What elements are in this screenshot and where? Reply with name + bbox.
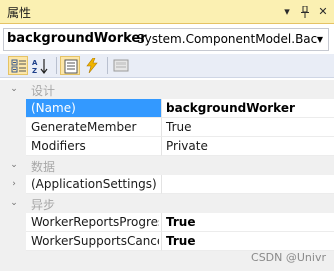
collapse-icon[interactable]: ⌄ bbox=[9, 196, 19, 210]
property-value: backgroundWorker bbox=[166, 101, 295, 115]
property-value-cell[interactable]: True bbox=[161, 232, 334, 251]
property-value: Private bbox=[166, 139, 208, 153]
property-value: True bbox=[166, 120, 192, 134]
window-title: 属性 bbox=[7, 6, 32, 20]
dropdown-icon[interactable]: ▾ bbox=[279, 3, 295, 20]
property-row-workersupportscancellation[interactable]: WorkerSupportsCancellation True bbox=[0, 232, 334, 251]
svg-text:A: A bbox=[32, 59, 38, 67]
row-gutter bbox=[0, 137, 26, 156]
categorized-icon bbox=[11, 59, 26, 73]
property-grid: ⌄ 设计 (Name) backgroundWorker GenerateMem… bbox=[0, 80, 334, 251]
property-value-cell[interactable]: True bbox=[161, 213, 334, 232]
property-row-name[interactable]: (Name) backgroundWorker bbox=[0, 99, 334, 118]
object-name: backgroundWorker bbox=[7, 31, 147, 46]
property-row-modifiers[interactable]: Modifiers Private bbox=[0, 137, 334, 156]
row-gutter bbox=[0, 232, 26, 251]
property-value: True bbox=[166, 215, 196, 229]
category-label: 数据 bbox=[31, 160, 56, 174]
properties-toolbar: A Z bbox=[0, 54, 334, 78]
chevron-right-icon[interactable]: › bbox=[9, 177, 19, 191]
property-pages-button[interactable] bbox=[111, 56, 131, 75]
row-gutter bbox=[0, 99, 26, 118]
object-type: System.ComponentModel.Back bbox=[137, 32, 317, 46]
property-name: (ApplicationSettings) bbox=[31, 177, 157, 191]
alphabetical-button[interactable]: A Z bbox=[30, 56, 50, 75]
properties-titlebar: 属性 ▾ ✕ bbox=[0, 0, 334, 24]
property-name-cell[interactable]: WorkerReportsProgress bbox=[26, 213, 161, 232]
property-name: WorkerReportsProgress bbox=[31, 215, 159, 229]
object-selector[interactable]: backgroundWorker System.ComponentModel.B… bbox=[3, 28, 329, 51]
categorized-button[interactable] bbox=[8, 56, 28, 75]
property-name-cell[interactable]: (Name) bbox=[26, 99, 161, 118]
properties-icon bbox=[64, 59, 78, 74]
row-gutter: › bbox=[0, 175, 26, 194]
pin-icon[interactable] bbox=[297, 3, 313, 20]
events-button[interactable] bbox=[82, 56, 102, 75]
close-icon[interactable]: ✕ bbox=[315, 3, 331, 20]
property-name: WorkerSupportsCancellation bbox=[31, 234, 159, 248]
property-name: Modifiers bbox=[31, 139, 86, 153]
toolbar-separator bbox=[107, 57, 108, 74]
property-pages-icon bbox=[113, 59, 129, 72]
property-row-workerreportsprogress[interactable]: WorkerReportsProgress True bbox=[0, 213, 334, 232]
collapse-icon[interactable]: ⌄ bbox=[9, 82, 19, 96]
property-value: True bbox=[166, 234, 196, 248]
property-name-cell[interactable]: WorkerSupportsCancellation bbox=[26, 232, 161, 251]
property-name-cell[interactable]: Modifiers bbox=[26, 137, 161, 156]
svg-text:Z: Z bbox=[32, 67, 37, 74]
property-name: (Name) bbox=[31, 101, 76, 115]
watermark: CSDN @Univr bbox=[251, 251, 326, 264]
toolbar-separator bbox=[56, 57, 57, 74]
category-design[interactable]: ⌄ 设计 bbox=[0, 80, 334, 99]
properties-button[interactable] bbox=[60, 56, 80, 75]
category-label: 设计 bbox=[31, 84, 56, 98]
property-row-generatemember[interactable]: GenerateMember True bbox=[0, 118, 334, 137]
object-selector-bar: backgroundWorker System.ComponentModel.B… bbox=[0, 26, 334, 53]
property-name-cell[interactable]: GenerateMember bbox=[26, 118, 161, 137]
property-name-cell[interactable]: (ApplicationSettings) bbox=[26, 175, 161, 194]
property-value-cell[interactable] bbox=[161, 175, 334, 194]
category-data[interactable]: ⌄ 数据 bbox=[0, 156, 334, 175]
property-value-cell[interactable]: True bbox=[161, 118, 334, 137]
property-value-cell[interactable]: backgroundWorker bbox=[161, 99, 334, 118]
property-row-applicationsettings[interactable]: › (ApplicationSettings) bbox=[0, 175, 334, 194]
category-label: 异步 bbox=[31, 198, 56, 212]
chevron-down-icon[interactable]: ▼ bbox=[314, 33, 326, 47]
property-name: GenerateMember bbox=[31, 120, 137, 134]
collapse-icon[interactable]: ⌄ bbox=[9, 158, 19, 172]
row-gutter bbox=[0, 118, 26, 137]
sort-az-icon: A Z bbox=[32, 59, 48, 74]
lightning-icon bbox=[86, 58, 98, 73]
row-gutter bbox=[0, 213, 26, 232]
category-async[interactable]: ⌄ 异步 bbox=[0, 194, 334, 213]
property-value-cell[interactable]: Private bbox=[161, 137, 334, 156]
